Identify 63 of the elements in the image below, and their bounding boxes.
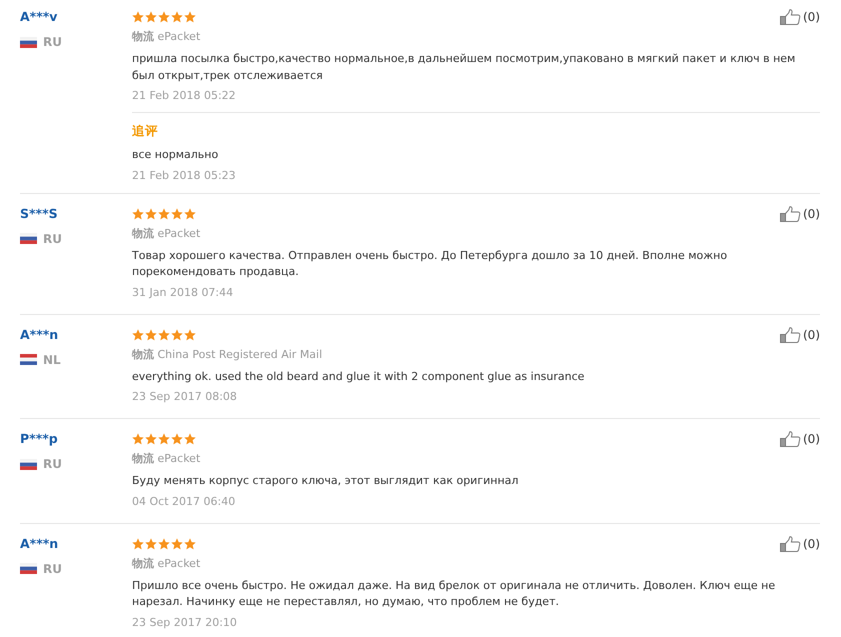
thumbs-up-icon <box>780 9 801 25</box>
star-icon <box>158 433 170 445</box>
review-text: Буду менять корпус старого ключа, этот выглядит как оригиннал <box>132 473 520 489</box>
reviewer-name: A***v <box>20 9 58 25</box>
star-icon <box>132 328 144 340</box>
review-text: Товар хорошего качества. Отправлен очень быстро. До Петербурга дошло за 10 дней. Вполне можно порекомендовать продавца. <box>132 248 728 280</box>
star-icon <box>132 11 144 23</box>
reviewer-name: S***S <box>20 206 59 222</box>
thumbs-up-icon <box>780 431 801 447</box>
star-icon <box>184 538 196 550</box>
shipping-method: 物流 ePacket <box>132 226 202 242</box>
like-button[interactable]: (0) <box>780 326 820 342</box>
star-icon <box>158 328 170 340</box>
star-icon <box>145 208 157 220</box>
star-icon <box>132 208 144 220</box>
review-date: 21 Feb 2018 05:22 <box>132 88 237 104</box>
star-icon <box>184 208 196 220</box>
like-button[interactable]: (0) <box>780 536 820 552</box>
shipping-method: 物流 ePacket <box>132 29 202 45</box>
star-icon <box>184 328 196 340</box>
review-date: 04 Oct 2017 06:40 <box>132 494 236 510</box>
country-code: NL <box>43 352 61 368</box>
star-icon <box>145 11 157 23</box>
thumbs-up-icon <box>780 326 801 342</box>
reviewer-name: A***n <box>20 326 60 342</box>
follow-up-label: 追评 <box>132 123 159 139</box>
star-icon <box>158 208 170 220</box>
shipping-method: 物流 ePacket <box>132 556 202 572</box>
like-button[interactable]: (0) <box>780 206 820 222</box>
review-text: пришла посылка быстро,качество нормальное,в дальнейшем посмотрим,упаковано в мягкий пакет и ключ в нем был открыт,трек отслеживается <box>132 51 796 84</box>
star-icon <box>145 433 157 445</box>
star-icon <box>132 433 144 445</box>
country-code: RU <box>43 560 62 576</box>
star-icon <box>132 538 144 550</box>
reviewer-name: P***p <box>20 431 59 447</box>
review-text: Пришло все очень быстро. Не ожидал даже. На вид брелок от оригинала не отличить. Доволен. Ключ еще не нарезал. Начинку еще не переставлял, но думаю, что проблем не будет. <box>132 578 776 610</box>
review-text: все нормально <box>132 147 220 163</box>
star-icon <box>184 11 196 23</box>
shipping-method: 物流 ePacket <box>132 451 202 467</box>
thumbs-up-icon <box>780 206 801 222</box>
thumbs-up-icon <box>780 536 801 552</box>
country-code: RU <box>43 230 62 246</box>
review-date: 23 Sep 2017 20:10 <box>132 614 238 630</box>
review-text: everything ok. used the old beard and glue it with 2 component glue as insurance <box>132 368 586 384</box>
shipping-method: 物流 China Post Registered Air Mail <box>132 346 324 362</box>
star-icon <box>158 11 170 23</box>
review-date: 31 Jan 2018 07:44 <box>132 284 234 300</box>
like-button[interactable]: (0) <box>780 9 820 25</box>
like-button[interactable]: (0) <box>780 431 820 447</box>
review-date: 21 Feb 2018 05:23 <box>132 168 237 184</box>
reviewer-name: A***n <box>20 536 60 552</box>
review-date: 23 Sep 2017 08:08 <box>132 389 238 405</box>
star-icon <box>171 433 183 445</box>
star-icon <box>171 538 183 550</box>
star-icon <box>171 208 183 220</box>
star-icon <box>145 328 157 340</box>
country-code: RU <box>43 456 62 472</box>
star-icon <box>171 328 183 340</box>
star-icon <box>158 538 170 550</box>
star-icon <box>171 11 183 23</box>
star-icon <box>184 433 196 445</box>
star-icon <box>145 538 157 550</box>
country-code: RU <box>43 34 62 50</box>
